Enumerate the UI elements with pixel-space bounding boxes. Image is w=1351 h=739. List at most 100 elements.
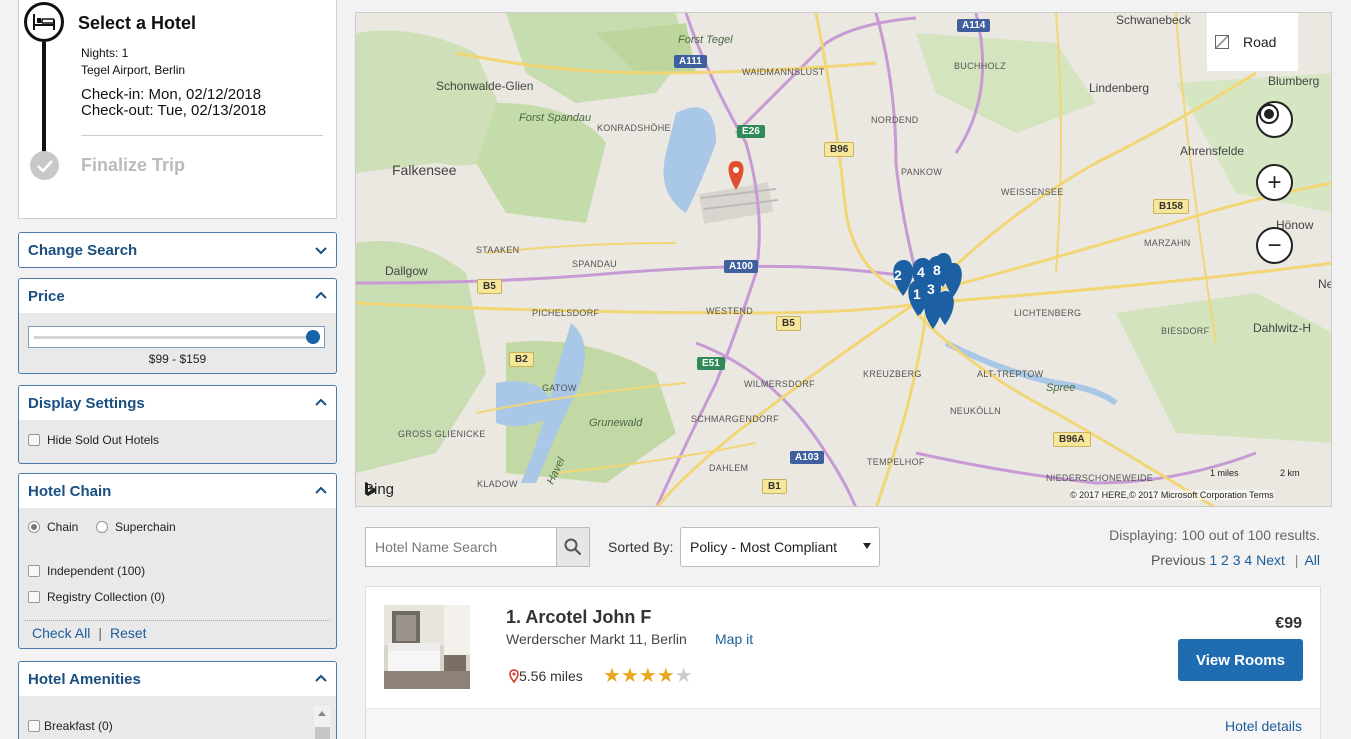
map-label: PANKOW: [901, 167, 943, 177]
hotel-photo[interactable]: [384, 605, 470, 689]
scrollbar-thumb[interactable]: [315, 727, 330, 739]
pager-page-3[interactable]: 3: [1233, 552, 1241, 568]
road-shield: A111: [674, 55, 707, 68]
location-pin-icon: [509, 669, 519, 683]
map-label: BUCHHOLZ: [954, 61, 1006, 71]
superchain-radio-option[interactable]: Superchain: [96, 520, 176, 534]
map-label: WEISSENSEE: [1001, 187, 1064, 197]
map-label: KLADOW: [477, 479, 518, 489]
chevron-up-icon[interactable]: [315, 485, 327, 497]
hotel-name-search-input[interactable]: Hotel Name Search: [365, 527, 557, 567]
hotel-chain-header[interactable]: Hotel Chain: [19, 474, 336, 508]
hotel-amenities-panel: Hotel Amenities Breakfast (0): [18, 661, 337, 739]
pager-page-4[interactable]: 4: [1244, 552, 1252, 568]
star-rating: ★★★★★: [603, 663, 693, 688]
pager-page-2[interactable]: 2: [1221, 552, 1229, 568]
map-label: MARZAHN: [1144, 238, 1191, 248]
display-settings-panel: Display Settings Hide Sold Out Hotels: [18, 385, 337, 464]
scale-km: 2 km: [1280, 468, 1300, 478]
hotel-amenities-title: Hotel Amenities: [28, 670, 141, 688]
hotel-map[interactable]: 2 4 8 1 3 Forst Tegel Schwanebeck Blumbe…: [355, 12, 1332, 507]
price-header[interactable]: Price: [19, 279, 336, 313]
superchain-radio[interactable]: [96, 521, 108, 533]
independent-checkbox[interactable]: [28, 565, 40, 577]
bing-icon: [365, 482, 375, 496]
map-label: NEUKÖLLN: [950, 406, 1001, 416]
price-slider-handle[interactable]: [306, 330, 320, 344]
amenities-scrollbar[interactable]: [314, 706, 331, 739]
map-pin-label[interactable]: 4: [917, 264, 925, 280]
map-label: DAHLEM: [709, 463, 749, 473]
pager-page-1: 1: [1209, 552, 1218, 568]
map-label: KREUZBERG: [863, 369, 922, 379]
map-label: Blumberg: [1268, 74, 1320, 88]
chain-radio-option[interactable]: Chain: [28, 520, 78, 534]
chevron-up-icon[interactable]: [315, 290, 327, 302]
independent-option[interactable]: Independent (100): [28, 564, 145, 578]
view-rooms-button[interactable]: View Rooms: [1178, 639, 1303, 681]
map-pin-label[interactable]: 3: [927, 281, 935, 297]
map-pin-label[interactable]: 1: [913, 286, 921, 302]
hotel-card-footer: [366, 708, 1320, 739]
map-pin-label[interactable]: 8: [933, 262, 941, 278]
zoom-in-button[interactable]: +: [1256, 164, 1293, 201]
search-button[interactable]: [556, 527, 590, 567]
display-settings-header[interactable]: Display Settings: [19, 386, 336, 420]
map-label: Spree: [1046, 382, 1076, 394]
chain-actions: Check All | Reset: [32, 625, 147, 641]
map-style-button[interactable]: Road: [1207, 13, 1298, 71]
road-shield: B5: [776, 316, 801, 331]
road-shield: B96A: [1053, 432, 1091, 447]
hotel-search-page: Select a Hotel Nights: 1 Tegel Airport, …: [0, 0, 1351, 739]
registry-collection-option[interactable]: Registry Collection (0): [28, 590, 165, 604]
map-label: SCHMARGENDORF: [691, 414, 779, 424]
check-icon: [30, 151, 59, 180]
sorted-by-label: Sorted By:: [608, 539, 674, 555]
dropdown-arrow-icon: [863, 543, 871, 549]
chevron-up-icon[interactable]: [315, 397, 327, 409]
map-label: PICHELSDORF: [532, 308, 600, 318]
star-filled-icon: ★: [638, 665, 657, 687]
change-search-header[interactable]: Change Search: [19, 233, 336, 267]
hide-sold-out-checkbox[interactable]: [28, 434, 40, 446]
locate-button[interactable]: [1256, 101, 1293, 138]
scroll-up-arrow-icon[interactable]: [318, 711, 326, 716]
chevron-down-icon[interactable]: [315, 244, 327, 256]
pager-all[interactable]: All: [1304, 552, 1320, 568]
breakfast-label: Breakfast (0): [44, 719, 113, 733]
hotel-chain-title: Hotel Chain: [28, 482, 112, 500]
chain-radio[interactable]: [28, 521, 40, 533]
trip-checkout: Check-out: Tue, 02/13/2018: [81, 102, 267, 119]
sort-dropdown[interactable]: Policy - Most Compliant: [680, 527, 880, 567]
price-slider[interactable]: [28, 326, 325, 348]
map-label: TEMPELHOF: [867, 457, 925, 467]
locate-icon: [1259, 104, 1279, 124]
map-label: Ne: [1318, 277, 1332, 291]
pagination: Previous 1 2 3 4 Next | All: [1151, 552, 1320, 568]
road-shield: E51: [697, 357, 725, 370]
hotel-name[interactable]: 1. Arcotel John F: [506, 607, 651, 628]
check-all-link[interactable]: Check All: [32, 625, 90, 641]
map-pin-label[interactable]: 2: [894, 267, 902, 283]
map-label: STAAKEN: [476, 245, 520, 255]
pager-next[interactable]: Next: [1256, 552, 1285, 568]
road-map-icon: [1215, 35, 1229, 49]
map-it-link[interactable]: Map it: [715, 631, 753, 647]
link-separator: |: [98, 625, 102, 641]
hotel-details-link[interactable]: Hotel details: [1225, 718, 1302, 734]
road-shield: B96: [824, 142, 855, 157]
map-label: Forst Spandau: [519, 112, 592, 124]
breakfast-option[interactable]: Breakfast (0): [28, 719, 113, 733]
road-shield: E26: [737, 125, 765, 138]
chevron-up-icon[interactable]: [315, 673, 327, 685]
map-copyright[interactable]: © 2017 HERE,© 2017 Microsoft Corporation…: [1070, 490, 1274, 500]
hotel-amenities-header[interactable]: Hotel Amenities: [19, 662, 336, 696]
change-search-panel[interactable]: Change Search: [18, 232, 337, 268]
breakfast-checkbox[interactable]: [28, 720, 40, 732]
registry-collection-checkbox[interactable]: [28, 591, 40, 603]
price-range-text: $99 - $159: [148, 352, 207, 366]
hide-sold-out-option[interactable]: Hide Sold Out Hotels: [28, 433, 159, 447]
zoom-out-button[interactable]: −: [1256, 227, 1293, 264]
reset-link[interactable]: Reset: [110, 625, 147, 641]
bing-logo: Bing: [364, 481, 394, 498]
